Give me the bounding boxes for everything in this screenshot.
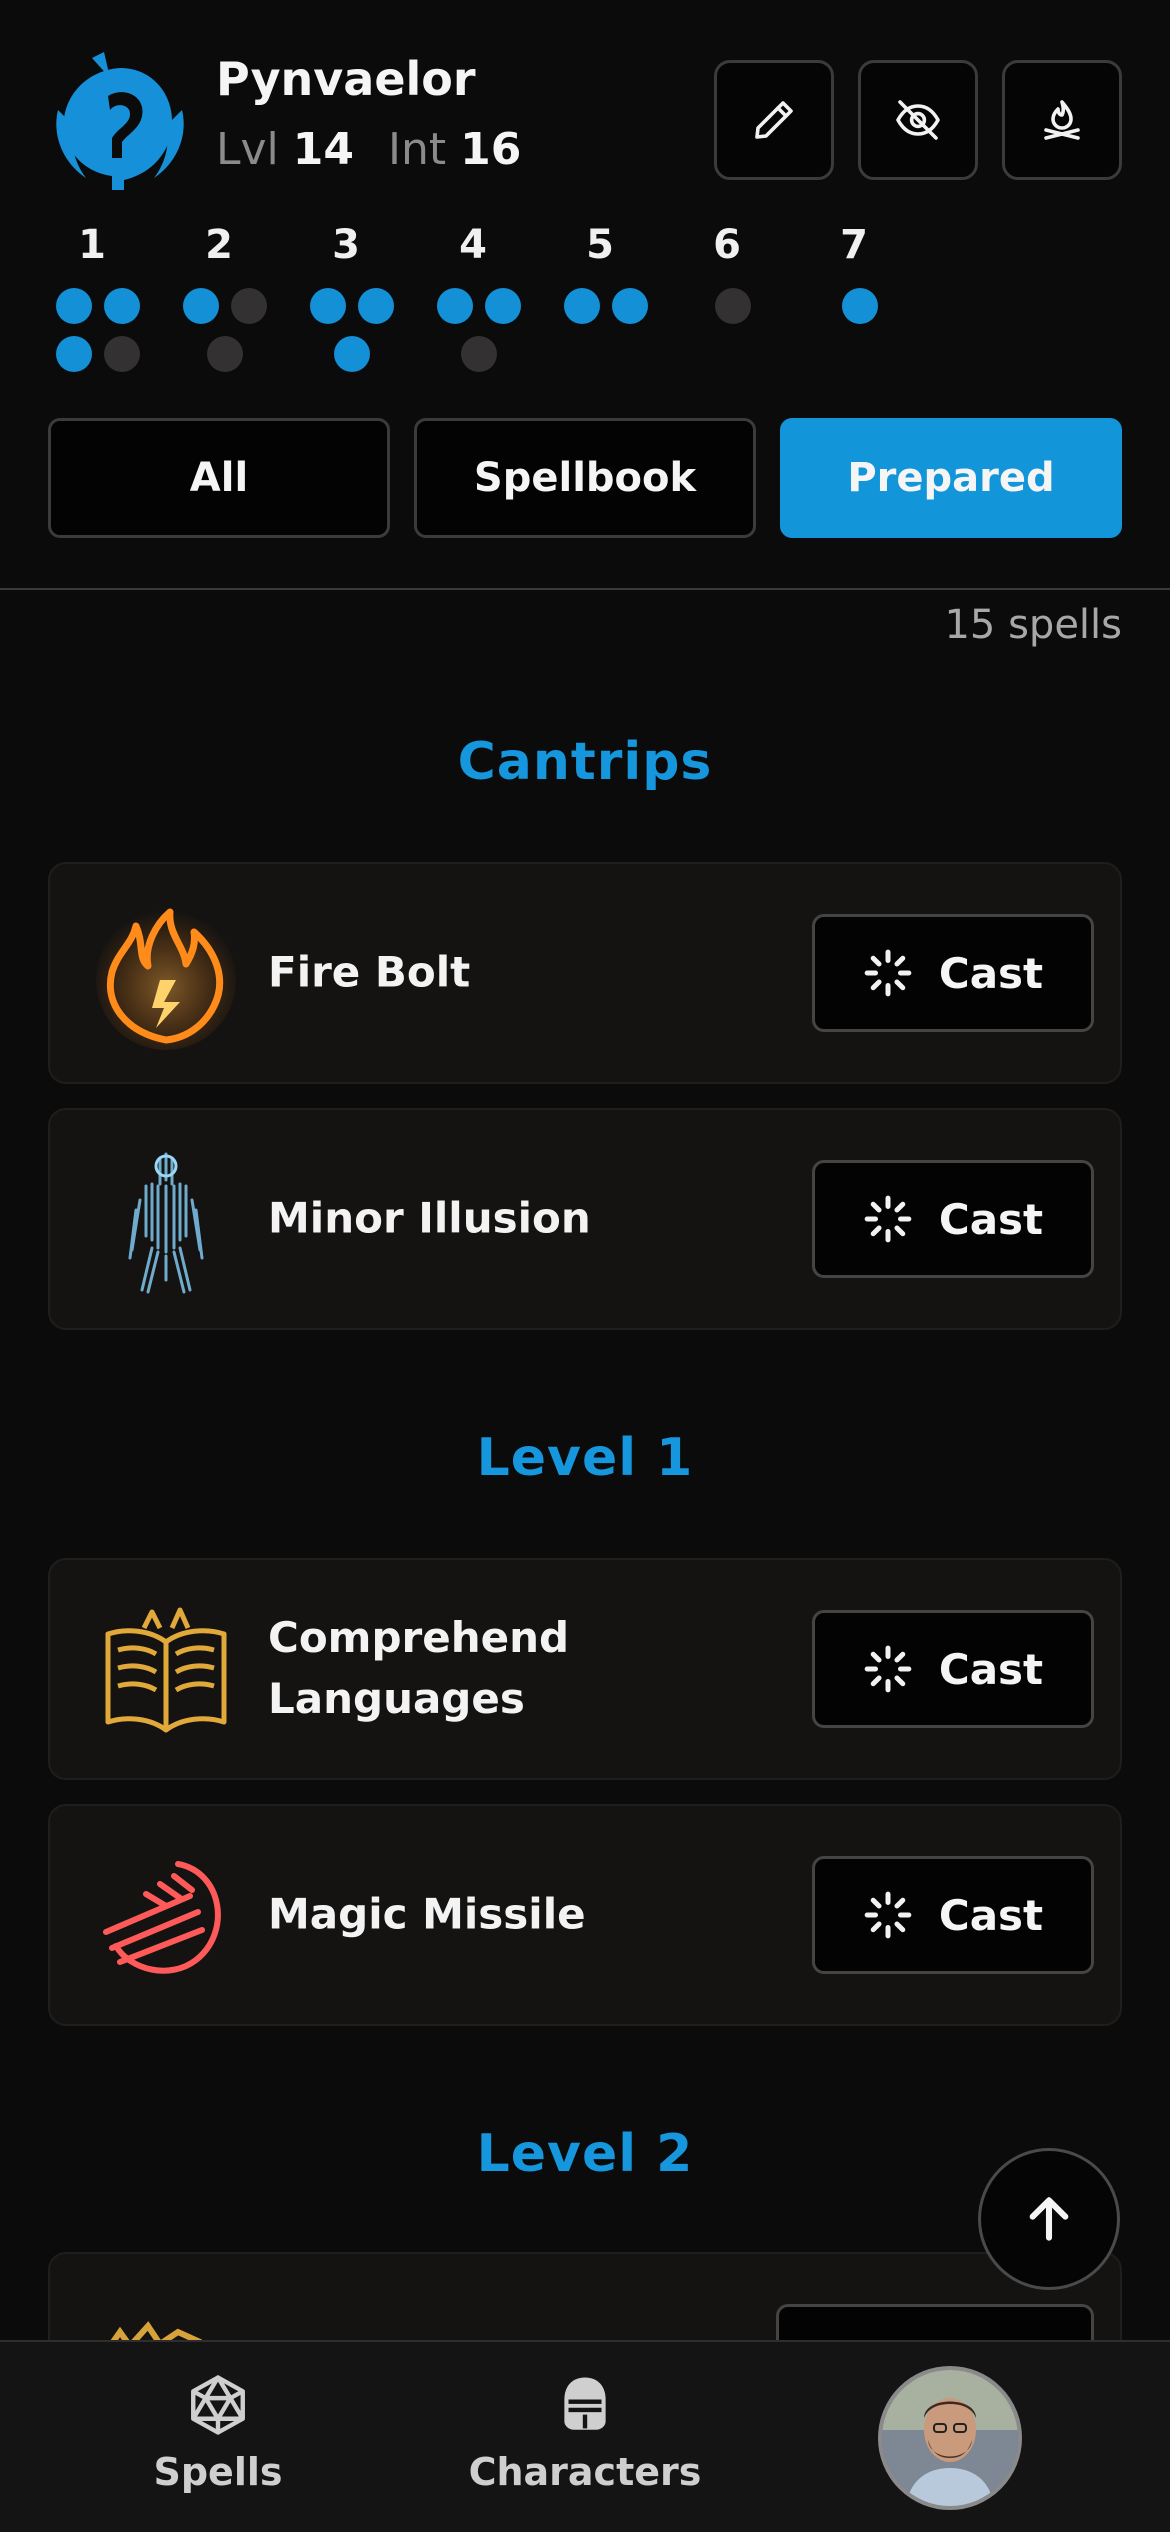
character-name: Pynvaelor (216, 52, 476, 106)
slot-used-dot[interactable] (231, 288, 267, 324)
section-title-cantrips: Cantrips (457, 732, 713, 792)
avatar-photo (882, 2370, 1018, 2506)
character-header: Pynvaelor Lvl 14 Int 16 1 2 3 4 5 6 7 All Spell… (0, 0, 1170, 590)
tab-label: Characters (468, 2450, 702, 2494)
int-value: 16 (460, 124, 522, 175)
level-label: Lvl (216, 124, 279, 175)
cast-button[interactable]: Cast (812, 1610, 1094, 1728)
edit-character-button[interactable] (714, 60, 834, 180)
spell-name: Comprehend Languages (268, 1613, 570, 1723)
character-stats: Lvl 14 Int 16 (216, 124, 521, 175)
spell-name: Fire Bolt (268, 947, 471, 997)
filter-spellbook-button[interactable]: Spellbook (414, 418, 756, 538)
profile-avatar[interactable] (878, 2366, 1022, 2510)
cast-button[interactable]: Cast (812, 914, 1094, 1032)
slot-available-dot[interactable] (437, 288, 473, 324)
slot-level-label: 1 (78, 222, 106, 268)
cast-label: Cast (938, 1644, 1044, 1694)
spell-filter-tabs: All Spellbook Prepared (48, 418, 1122, 540)
header-divider (0, 588, 1170, 590)
tab-label: Spells (153, 2450, 283, 2494)
filter-all-button[interactable]: All (48, 418, 390, 538)
magic-missile-icon (103, 1861, 221, 1974)
slot-level-label: 5 (586, 222, 614, 268)
long-rest-button[interactable] (1002, 60, 1122, 180)
comprehend-languages-icon (105, 1607, 227, 1733)
section-title-level-1: Level 1 (476, 1428, 694, 1488)
d20-dice-icon (191, 2375, 245, 2435)
int-label: Int (388, 124, 447, 175)
slot-available-dot[interactable] (358, 288, 394, 324)
spell-name: Minor Illusion (268, 1193, 591, 1243)
slot-available-dot[interactable] (104, 288, 140, 324)
spell-name: Magic Missile (268, 1889, 586, 1939)
loading-spinner-icon (864, 1195, 912, 1243)
slot-available-dot[interactable] (612, 288, 648, 324)
arrow-up-icon (1029, 2197, 1069, 2241)
cast-button[interactable]: Cast (812, 1160, 1094, 1278)
spell-card-fire-bolt[interactable]: Fire Bolt Cast (48, 862, 1122, 1084)
slot-available-dot[interactable] (334, 336, 370, 372)
slot-level-label: 4 (459, 222, 487, 268)
scroll-to-top-button[interactable] (978, 2148, 1120, 2290)
slot-level-label: 3 (332, 222, 360, 268)
fire-bolt-icon (96, 908, 236, 1050)
slot-available-dot[interactable] (564, 288, 600, 324)
cast-label: Cast (938, 1194, 1044, 1244)
slot-available-dot[interactable] (56, 336, 92, 372)
slot-level-label: 6 (713, 222, 741, 268)
minor-illusion-icon (128, 1152, 204, 1294)
spell-card-comprehend-languages[interactable]: Comprehend Languages Cast (48, 1558, 1122, 1780)
slot-used-dot[interactable] (104, 336, 140, 372)
cast-button[interactable]: Cast (812, 1856, 1094, 1974)
cast-label: Cast (938, 1890, 1044, 1940)
slot-used-dot[interactable] (715, 288, 751, 324)
filter-prepared-button[interactable]: Prepared (780, 418, 1122, 538)
loading-spinner-icon (864, 1891, 912, 1939)
slot-available-dot[interactable] (56, 288, 92, 324)
loading-spinner-icon (864, 1645, 912, 1693)
eye-off-icon (896, 100, 940, 140)
spell-slots: 1 2 3 4 5 6 7 (56, 222, 956, 382)
spell-card-minor-illusion[interactable]: Minor Illusion Cast (48, 1108, 1122, 1330)
slot-available-dot[interactable] (842, 288, 878, 324)
knight-helmet-icon (564, 2377, 606, 2430)
spell-count: 15 spells (944, 602, 1122, 648)
bottom-tab-bar: Spells Characters (0, 2340, 1170, 2532)
slot-level-label: 2 (205, 222, 233, 268)
loading-spinner-icon (864, 949, 912, 997)
spell-card-magic-missile[interactable]: Magic Missile Cast (48, 1804, 1122, 2026)
slot-available-dot[interactable] (485, 288, 521, 324)
slot-level-label: 7 (840, 222, 868, 268)
cast-label: Cast (938, 948, 1044, 998)
character-class-logo (56, 52, 184, 190)
pencil-icon (755, 101, 793, 139)
tab-spells[interactable]: Spells (68, 2372, 368, 2494)
slot-available-dot[interactable] (183, 288, 219, 324)
level-value: 14 (292, 124, 355, 175)
campfire-icon (1044, 100, 1080, 140)
toggle-visibility-button[interactable] (858, 60, 978, 180)
slot-used-dot[interactable] (461, 336, 497, 372)
slot-available-dot[interactable] (310, 288, 346, 324)
slot-used-dot[interactable] (207, 336, 243, 372)
tab-characters[interactable]: Characters (435, 2372, 735, 2494)
